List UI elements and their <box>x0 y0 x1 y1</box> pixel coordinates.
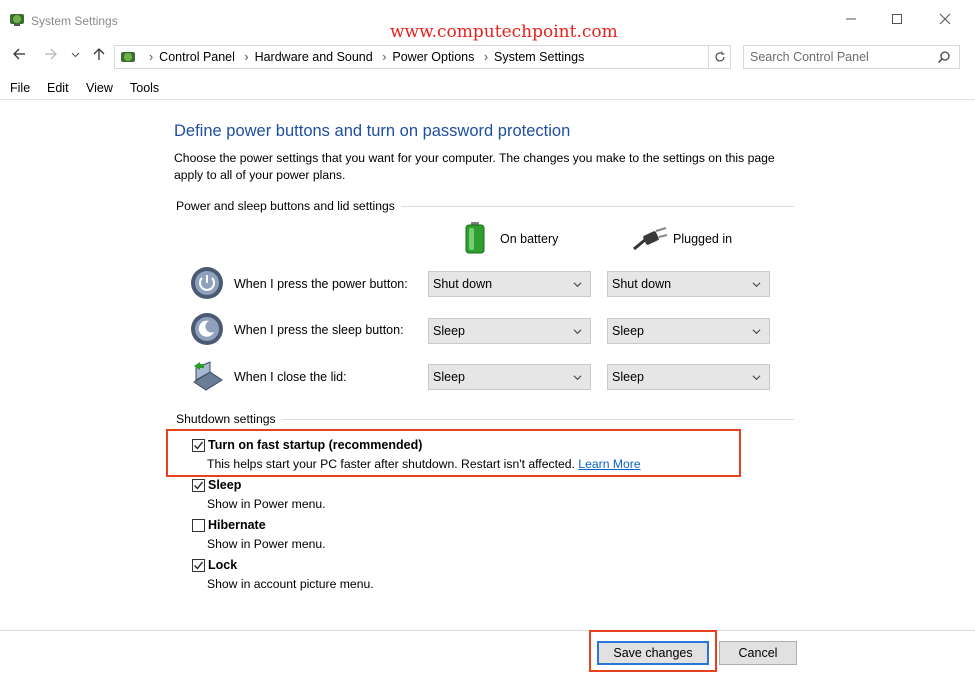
breadcrumb-hardware-and-sound[interactable]: Hardware and Sound <box>255 50 373 64</box>
checkmark-icon <box>194 561 204 570</box>
lock-option-title: Lock <box>208 558 238 572</box>
column-plugged-in: Plugged in <box>632 225 762 255</box>
window-title: System Settings <box>31 14 118 28</box>
back-button[interactable] <box>8 46 30 68</box>
sleep-button-battery-select[interactable]: Sleep <box>428 318 591 344</box>
menu-file[interactable]: File <box>10 81 30 95</box>
power-button-plugged-select[interactable]: Shut down <box>607 271 770 297</box>
address-bar[interactable]: › Control Panel › Hardware and Sound › Powe… <box>114 45 815 69</box>
recent-locations-button[interactable] <box>64 46 86 68</box>
fast-startup-title: Turn on fast startup (recommended) <box>208 438 423 452</box>
maximize-icon <box>892 14 902 24</box>
close-lid-plugged-value: Sleep <box>612 370 644 384</box>
laptop-lid-icon <box>193 361 223 391</box>
sleep-option-description: Show in Power menu. <box>207 497 326 511</box>
forward-button[interactable] <box>40 46 62 68</box>
minimize-button[interactable] <box>838 10 864 32</box>
chevron-down-icon <box>573 329 582 335</box>
power-button-battery-select[interactable]: Shut down <box>428 271 591 297</box>
fast-startup-checkbox[interactable] <box>192 439 205 452</box>
checkmark-icon <box>194 481 204 490</box>
column-on-battery-label: On battery <box>500 232 559 246</box>
power-plug-icon <box>633 227 668 251</box>
fast-startup-description: This helps start your PC faster after sh… <box>207 457 641 471</box>
minimize-icon <box>846 18 856 20</box>
sleep-checkbox[interactable] <box>192 479 205 492</box>
breadcrumb-system-settings[interactable]: System Settings <box>494 50 584 64</box>
chevron-down-icon <box>752 282 761 288</box>
menu-tools[interactable]: Tools <box>130 81 159 95</box>
learn-more-link[interactable]: Learn More <box>578 457 640 471</box>
chevron-down-icon <box>573 282 582 288</box>
menu-edit[interactable]: Edit <box>47 81 69 95</box>
power-button-icon <box>191 267 223 299</box>
close-lid-label: When I close the lid: <box>234 370 347 384</box>
power-button-battery-value: Shut down <box>433 277 493 291</box>
footer-divider <box>0 630 975 631</box>
back-arrow-icon <box>13 48 25 60</box>
column-on-battery: On battery <box>462 222 582 255</box>
control-panel-icon <box>121 52 135 62</box>
sleep-button-label: When I press the sleep button: <box>234 323 404 337</box>
page-description: Choose the power settings that you want … <box>174 151 775 182</box>
menu-view[interactable]: View <box>86 81 113 95</box>
column-plugged-in-label: Plugged in <box>673 232 733 246</box>
breadcrumb: › Control Panel › Hardware and Sound › Powe… <box>149 50 585 64</box>
close-lid-battery-select[interactable]: Sleep <box>428 364 591 390</box>
title-bar: System Settings www.computechpoint.com <box>0 0 975 42</box>
forward-arrow-icon <box>45 48 57 60</box>
sleep-button-plugged-select[interactable]: Sleep <box>607 318 770 344</box>
chevron-down-icon <box>71 52 79 58</box>
lock-option-description: Show in account picture menu. <box>207 577 374 591</box>
save-changes-button[interactable]: Save changes <box>597 641 709 665</box>
close-icon <box>939 13 951 25</box>
search-icon <box>937 51 950 64</box>
sleep-button-plugged-value: Sleep <box>612 324 644 338</box>
maximize-button[interactable] <box>884 10 910 32</box>
battery-icon <box>465 222 485 254</box>
control-panel-icon <box>10 14 24 26</box>
navigation-bar: › Control Panel › Hardware and Sound › Powe… <box>0 42 975 72</box>
breadcrumb-control-panel[interactable]: Control Panel <box>159 50 235 64</box>
breadcrumb-power-options[interactable]: Power Options <box>392 50 474 64</box>
refresh-icon <box>714 51 725 62</box>
chevron-down-icon <box>573 375 582 381</box>
chevron-down-icon <box>752 329 761 335</box>
power-button-plugged-value: Shut down <box>612 277 672 291</box>
close-button[interactable] <box>932 10 958 32</box>
lock-checkbox[interactable] <box>192 559 205 572</box>
up-button[interactable] <box>88 46 110 68</box>
close-lid-plugged-select[interactable]: Sleep <box>607 364 770 390</box>
watermark-text: www.computechpoint.com <box>390 22 618 42</box>
hibernate-option-description: Show in Power menu. <box>207 537 326 551</box>
power-button-label: When I press the power button: <box>234 277 408 291</box>
up-arrow-icon <box>93 48 105 60</box>
chevron-down-icon <box>752 375 761 381</box>
search-input[interactable] <box>750 49 930 65</box>
section-power-buttons-label: Power and sleep buttons and lid settings <box>176 199 401 213</box>
sleep-button-battery-value: Sleep <box>433 324 465 338</box>
cancel-button[interactable]: Cancel <box>719 641 797 665</box>
hibernate-checkbox[interactable] <box>192 519 205 532</box>
close-lid-battery-value: Sleep <box>433 370 465 384</box>
checkmark-icon <box>194 441 204 450</box>
hibernate-option-title: Hibernate <box>208 518 266 532</box>
menu-bar: File Edit View Tools <box>0 78 975 100</box>
sleep-option-title: Sleep <box>208 478 242 492</box>
refresh-button[interactable] <box>709 45 731 69</box>
sleep-button-icon <box>191 313 223 345</box>
page-title: Define power buttons and turn on passwor… <box>174 122 571 140</box>
section-shutdown-label: Shutdown settings <box>176 412 282 426</box>
search-box <box>743 45 960 69</box>
